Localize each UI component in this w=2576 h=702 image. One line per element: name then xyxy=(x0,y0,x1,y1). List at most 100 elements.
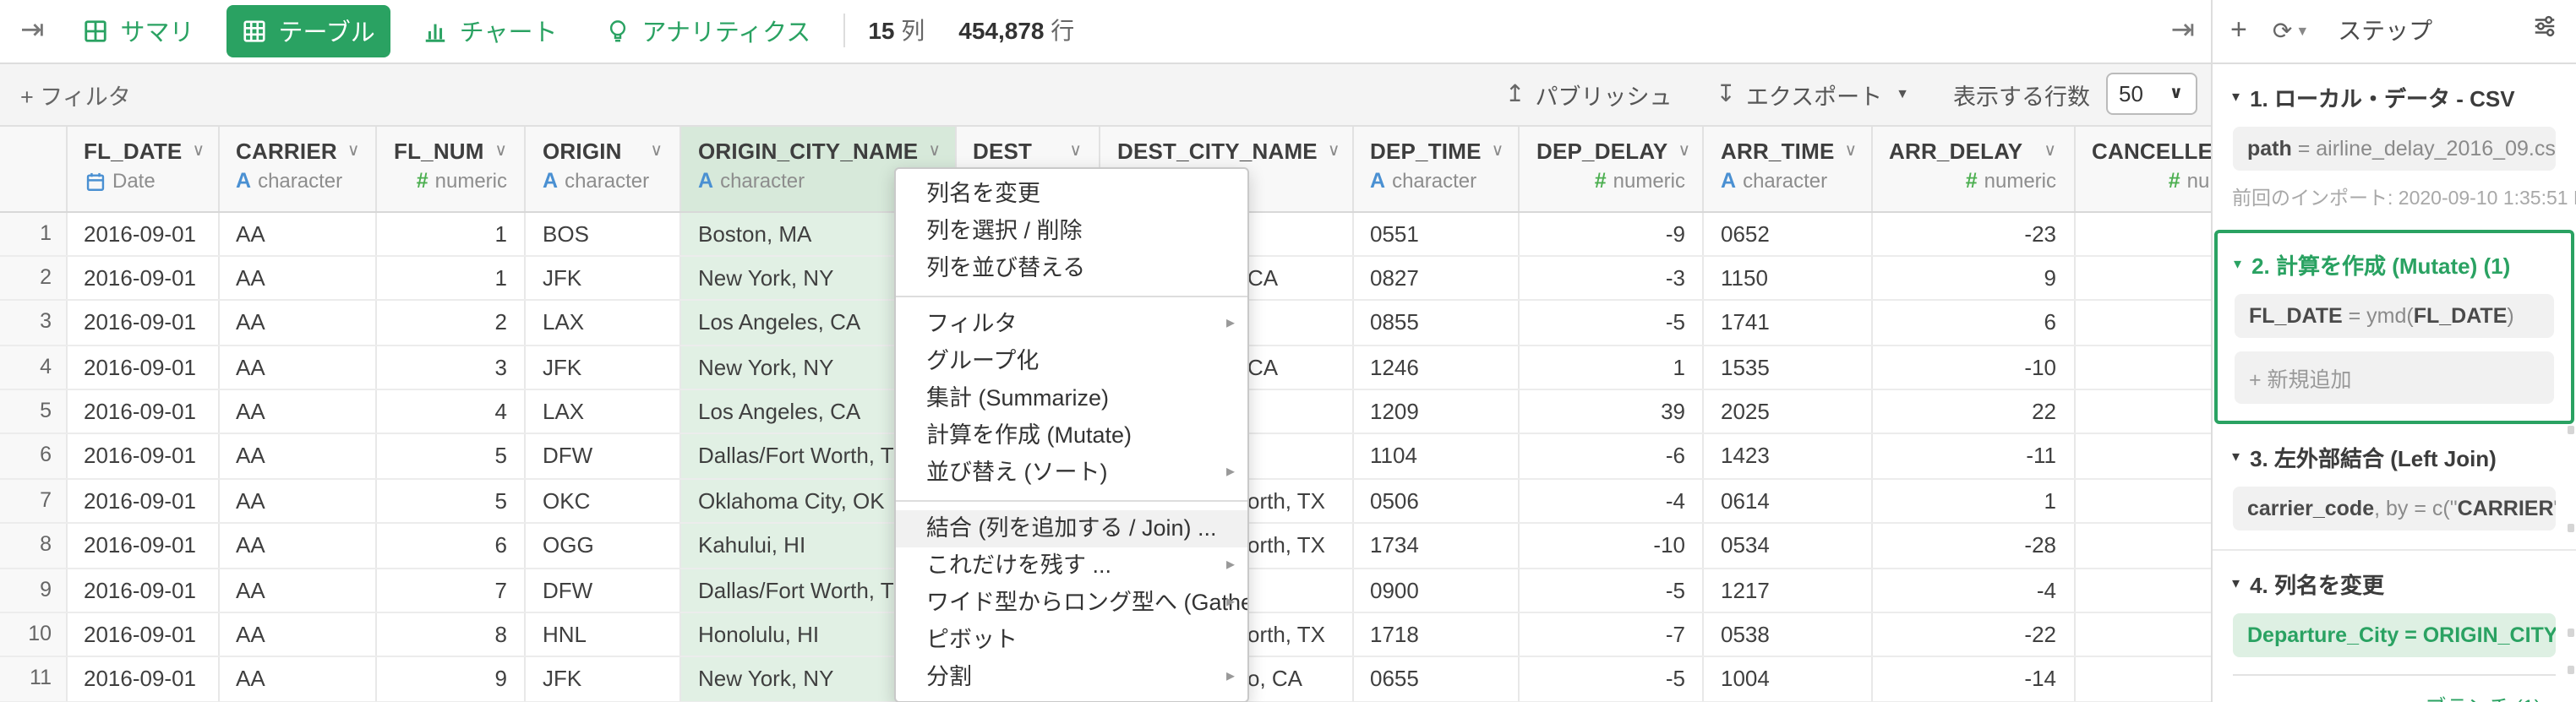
collapse-step-icon[interactable]: ▾ xyxy=(2232,574,2240,592)
step-detail-pill[interactable]: FL_DATE = ymd(FL_DATE) xyxy=(2234,293,2554,337)
step-title[interactable]: ▾2. 計算を作成 (Mutate) (1) xyxy=(2234,248,2554,280)
column-menu-chevron-icon[interactable]: ∨ xyxy=(494,142,507,161)
collapse-left-panel-icon[interactable]: ⇥ xyxy=(20,14,45,48)
cell-CARRIER: AA xyxy=(219,524,377,567)
column-name: CARRIER xyxy=(236,139,337,164)
column-name: CANCELLED xyxy=(2092,139,2210,164)
menu-item[interactable]: 計算を作成 (Mutate) xyxy=(896,417,1247,454)
column-type-label: numeric xyxy=(435,169,507,193)
column-header-ARR_DELAY[interactable]: ARR_DELAY∨#numeric xyxy=(1872,127,2075,210)
menu-item[interactable]: ピボット xyxy=(896,622,1247,659)
column-type-label: character xyxy=(1743,169,1827,193)
menu-item[interactable]: 列名を変更 xyxy=(896,176,1247,213)
step-2: ▾2. 計算を作成 (Mutate) (1) FL_DATE = ymd(FL_D… xyxy=(2213,229,2574,423)
menu-item[interactable]: 列を並び替える xyxy=(896,250,1247,287)
column-menu-chevron-icon[interactable]: ∨ xyxy=(1845,142,1858,161)
step-title[interactable]: ▾3. 左外部結合 (Left Join) xyxy=(2232,440,2556,472)
step-4: ▾4. 列名を変更 Departure_City = ORIGIN_CITY_N.… xyxy=(2212,548,2576,702)
column-name-row: ARR_TIME∨ xyxy=(1721,139,1853,164)
cell-DEP_DELAY: -7 xyxy=(1520,613,1704,656)
cell-ARR_DELAY: -14 xyxy=(1872,658,2075,701)
step-detail-pill[interactable]: path = airline_delay_2016_09.csv xyxy=(2232,126,2556,170)
menu-item[interactable]: 集計 (Summarize) xyxy=(896,380,1247,417)
exploratory-app: ⇥ サマリテーブルチャートアナリティクス 15 列 454,878 行 ⇥ + … xyxy=(0,0,2576,702)
step-title[interactable]: ▾4. 列名を変更 xyxy=(2232,567,2556,599)
column-menu-chevron-icon[interactable]: ∨ xyxy=(193,142,205,161)
row-number-header xyxy=(0,127,67,210)
cell-ORIGIN: LAX xyxy=(526,302,681,345)
collapse-right-panel-icon[interactable]: ⇥ xyxy=(2171,14,2196,48)
refresh-steps-button[interactable]: ⟳▼ xyxy=(2273,17,2309,46)
view-tab-summary[interactable]: サマリ xyxy=(68,5,210,57)
menu-item[interactable]: 並び替え (ソート)▸ xyxy=(896,454,1247,492)
menu-item[interactable]: 列を選択 / 削除 xyxy=(896,213,1247,250)
column-menu-chevron-icon[interactable]: ∨ xyxy=(1328,142,1340,161)
cell-CARRIER: AA xyxy=(219,346,377,389)
column-menu-chevron-icon[interactable]: ∨ xyxy=(650,142,663,161)
column-menu-chevron-icon[interactable]: ∨ xyxy=(1069,142,1082,161)
column-menu-chevron-icon[interactable]: ∨ xyxy=(347,142,360,161)
view-tab-table[interactable]: テーブル xyxy=(226,5,390,57)
column-header-DEP_DELAY[interactable]: DEP_DELAY∨#numeric xyxy=(1520,127,1704,210)
column-header-CANCELLED[interactable]: CANCELLED∨#numeric xyxy=(2075,127,2210,210)
cell-FL_NUM: 6 xyxy=(377,524,526,567)
column-name: ARR_DELAY xyxy=(1889,139,2022,164)
collapse-step-icon[interactable]: ▾ xyxy=(2232,87,2240,106)
export-button[interactable]: ↧ エクスポート ▼ xyxy=(1716,78,1909,112)
view-tab-label: チャート xyxy=(460,14,558,49)
view-tab-chart[interactable]: チャート xyxy=(407,5,573,57)
column-menu-chevron-icon[interactable]: ∨ xyxy=(1678,142,1690,161)
column-menu-chevron-icon[interactable]: ∨ xyxy=(2044,142,2056,161)
column-type: #numeric xyxy=(1536,169,1685,193)
collapse-step-icon[interactable]: ▾ xyxy=(2234,254,2241,273)
step-3: ▾3. 左外部結合 (Left Join) carrier_code, by = … xyxy=(2212,423,2576,548)
cell-FL_NUM: 3 xyxy=(377,346,526,389)
column-name-row: CARRIER ∨ xyxy=(236,139,358,164)
view-tab-analytics[interactable]: アナリティクス xyxy=(590,5,827,57)
cell-FL_DATE: 2016-09-01 xyxy=(67,658,219,701)
column-header-FL_NUM[interactable]: FL_NUM∨#numeric xyxy=(377,127,526,210)
publish-button[interactable]: ↥ パブリッシュ xyxy=(1505,78,1672,112)
menu-item[interactable]: グループ化 xyxy=(896,343,1247,380)
menu-item[interactable]: 結合 (列を追加する / Join) ... xyxy=(896,510,1247,547)
column-name-row: ORIGIN∨ xyxy=(543,139,663,164)
cell-CANCELLED xyxy=(2075,524,2210,567)
steps-settings-icon[interactable] xyxy=(2532,14,2557,48)
column-header-CARRIER[interactable]: CARRIER∨Acharacter xyxy=(219,127,377,210)
column-header-ARR_TIME[interactable]: ARR_TIME∨Acharacter xyxy=(1704,127,1872,210)
export-dropdown-icon: ▼ xyxy=(1896,87,1909,102)
display-rows-label: 表示する行数 xyxy=(1953,78,2090,112)
step-title[interactable]: ▾1. ローカル・データ - CSV xyxy=(2232,80,2556,112)
publish-icon: ↥ xyxy=(1505,80,1525,109)
column-type: Date xyxy=(84,169,200,193)
step-detail-pill[interactable]: Departure_City = ORIGIN_CITY_N... xyxy=(2232,612,2556,656)
cell-ARR_TIME: 2025 xyxy=(1704,390,1872,433)
add-step-icon[interactable]: + xyxy=(2230,14,2247,48)
cell-CARRIER: AA xyxy=(219,569,377,612)
step-detail-pill[interactable]: + 新規追加 xyxy=(2234,351,2554,403)
numeric-type-icon: # xyxy=(417,169,428,193)
cell-ORIGIN: DFW xyxy=(526,435,681,478)
column-menu-chevron-icon[interactable]: ∨ xyxy=(928,142,941,161)
column-header-DEP_TIME[interactable]: DEP_TIME∨Acharacter xyxy=(1353,127,1520,210)
cell-ARR_TIME: 0652 xyxy=(1704,212,1872,255)
display-rows-select[interactable]: 50 ∨ xyxy=(2105,73,2197,116)
column-header-FL_DATE[interactable]: FL_DATE∨Date xyxy=(67,127,219,210)
add-filter-button[interactable]: + フィルタ xyxy=(20,78,131,112)
column-menu-chevron-icon[interactable]: ∨ xyxy=(1492,142,1504,161)
column-type-label: numeric xyxy=(1984,169,2056,193)
menu-item[interactable]: フィルタ▸ xyxy=(896,306,1247,343)
step-detail-pill[interactable]: carrier_code, by = c("CARRIER" = ... xyxy=(2232,486,2556,530)
scrollbar-mark xyxy=(2568,666,2574,674)
column-header-ORIGIN[interactable]: ORIGIN∨Acharacter xyxy=(526,127,681,210)
collapse-step-icon[interactable]: ▾ xyxy=(2232,447,2240,465)
menu-item[interactable]: ワイド型からロング型へ (Gather)▸ xyxy=(896,585,1247,622)
menu-item[interactable]: これだけを残す ...▸ xyxy=(896,547,1247,585)
column-name-row: ARR_DELAY ∨ xyxy=(1889,139,2056,164)
menu-item[interactable]: 分割▸ xyxy=(896,659,1247,696)
column-type-label: character xyxy=(258,169,342,193)
cell-ARR_DELAY: -28 xyxy=(1872,524,2075,567)
branch-link[interactable]: ブランチ (1)▾ xyxy=(2232,673,2556,702)
cell-FL_DATE: 2016-09-01 xyxy=(67,346,219,389)
column-name: ARR_TIME xyxy=(1721,139,1835,164)
